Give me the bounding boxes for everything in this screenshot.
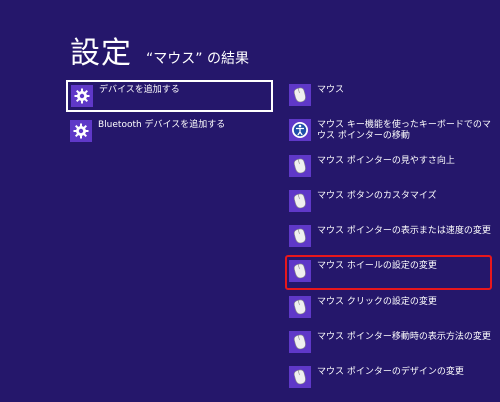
- mouse-icon: [289, 154, 311, 177]
- result-label: マウス ポインターの見やすさ向上: [317, 155, 455, 166]
- mouse-icon: [289, 189, 311, 212]
- ease-of-access-icon: [289, 119, 311, 142]
- page-title: 設定: [70, 36, 132, 71]
- result-add-device[interactable]: デバイスを追加する: [66, 80, 273, 112]
- gear-icon: [70, 120, 92, 142]
- result-label: マウス ポインター移動時の表示方法の変更: [317, 332, 491, 343]
- result-label: マウス ポインターの表示または速度の変更: [317, 226, 491, 237]
- search-query-label: “マウス” の結果: [146, 51, 249, 67]
- result-label: マウス クリックの設定の変更: [317, 296, 437, 307]
- mouse-icon: [289, 366, 311, 389]
- left-results-list: デバイスを追加する Bluetooth デバイスを追加する: [66, 80, 273, 152]
- highlight-annotation-box: [285, 255, 492, 290]
- right-results-list: マウス マウス キー機能を使ったキーボードでのマウス ポインターの移動 マウス …: [289, 84, 494, 402]
- mouse-icon: [289, 84, 311, 106]
- result-mouse-keys[interactable]: マウス キー機能を使ったキーボードでのマウス ポインターの移動: [289, 119, 494, 154]
- result-click-settings[interactable]: マウス クリックの設定の変更: [289, 295, 494, 331]
- result-pointer-design[interactable]: マウス ポインターのデザインの変更: [289, 366, 494, 401]
- result-label: Bluetooth デバイスを追加する: [98, 120, 226, 130]
- search-header: 設定 “マウス” の結果: [70, 28, 249, 72]
- result-add-bluetooth-device[interactable]: Bluetooth デバイスを追加する: [66, 116, 273, 148]
- gear-icon: [71, 85, 93, 107]
- result-label: マウス: [317, 85, 345, 95]
- mouse-icon: [289, 295, 311, 318]
- result-customize-buttons[interactable]: マウス ボタンのカスタマイズ: [289, 189, 494, 225]
- result-mouse[interactable]: マウス: [289, 84, 494, 119]
- result-label: マウス キー機能を使ったキーボードでのマウス ポインターの移動: [317, 120, 491, 142]
- mouse-icon: [289, 225, 311, 248]
- result-pointer-motion-display[interactable]: マウス ポインター移動時の表示方法の変更: [289, 331, 494, 366]
- mouse-icon: [289, 331, 311, 354]
- result-pointer-visibility[interactable]: マウス ポインターの見やすさ向上: [289, 154, 494, 190]
- result-label: マウス ボタンのカスタマイズ: [317, 190, 437, 201]
- result-label: マウス ポインターのデザインの変更: [317, 367, 464, 378]
- result-label: デバイスを追加する: [99, 85, 180, 95]
